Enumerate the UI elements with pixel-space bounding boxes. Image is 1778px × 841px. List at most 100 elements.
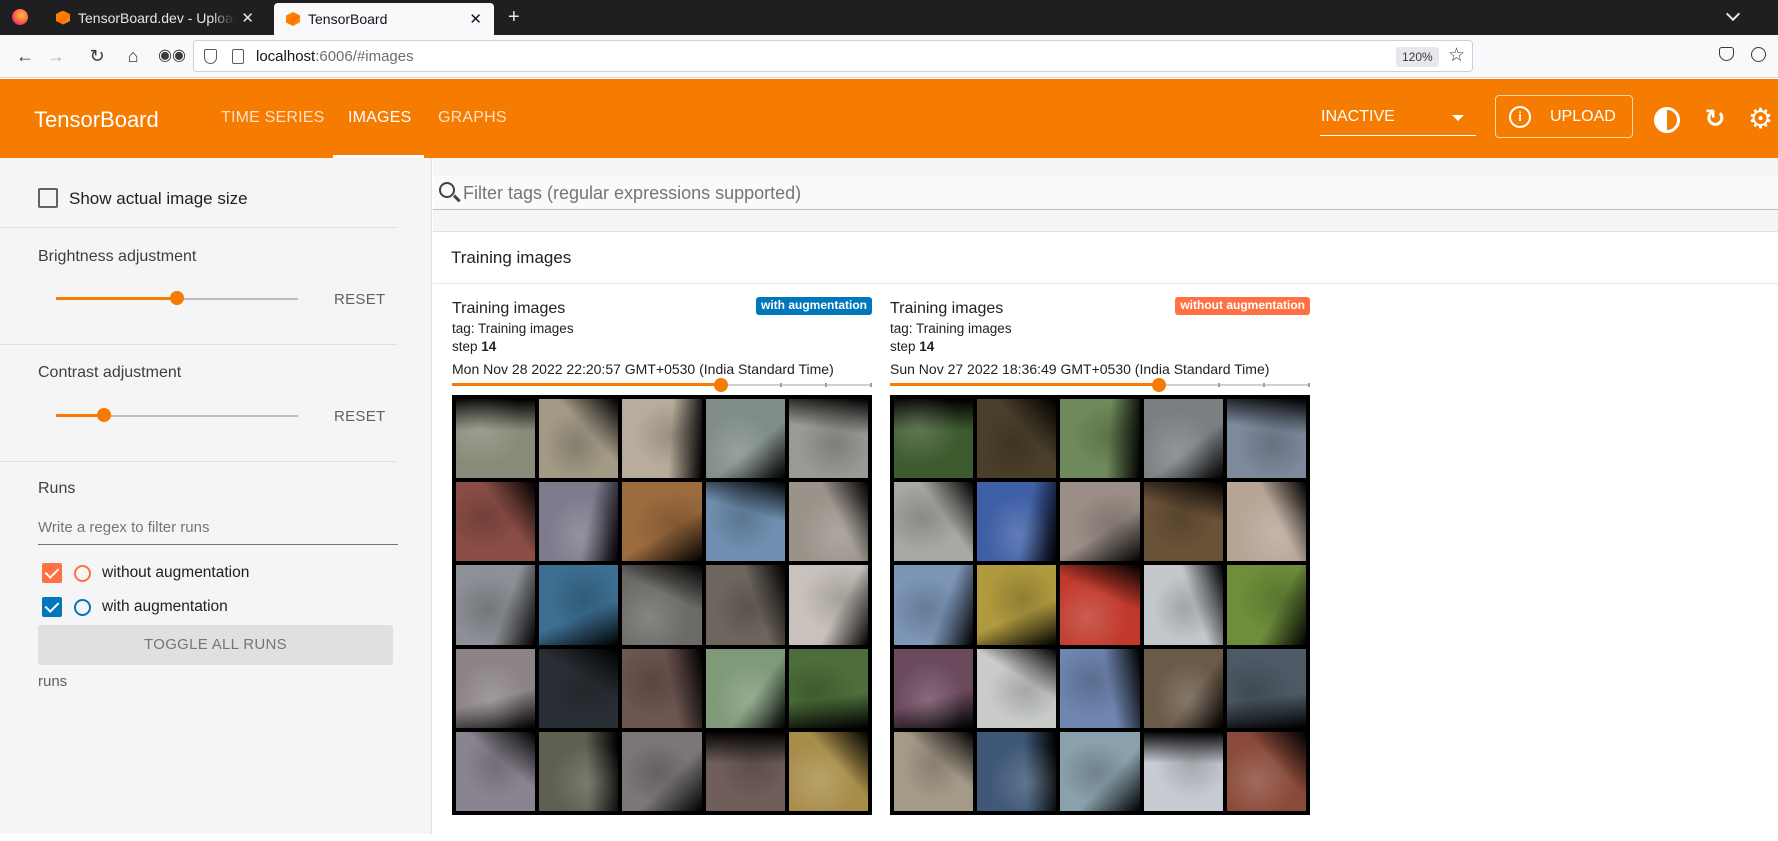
contrast-slider-thumb[interactable] [97,408,112,422]
toggle-all-runs-button[interactable]: TOGGLE ALL RUNS [38,625,393,665]
url-text[interactable]: localhost:6006/#images [256,48,414,65]
image-thumbnail [977,731,1057,811]
bookmark-star-icon[interactable]: ☆ [1448,44,1465,67]
runs-filter-input[interactable]: Write a regex to filter runs [38,515,398,545]
forward-icon[interactable]: → [45,45,67,67]
tab-graphs[interactable]: GRAPHS [438,109,507,127]
image-thumbnail [1226,565,1306,645]
image-thumbnail [1060,399,1140,479]
close-tab-icon[interactable]: ✕ [469,10,482,28]
page-info-icon[interactable] [232,49,244,64]
panel-tag: tag: Training images [890,321,1012,336]
image-thumbnail [977,399,1057,479]
panel-step: step 14 [890,339,935,354]
image-thumbnail [705,648,785,728]
back-icon[interactable]: ← [14,45,36,67]
run-row-without-augmentation[interactable]: without augmentation [40,561,390,585]
card-header[interactable]: Training images [433,232,1778,284]
reload-icon[interactable]: ↻ [86,45,108,67]
browser-tab-title: TensorBoard.dev - Upload [78,9,236,26]
tab-images[interactable]: IMAGES [348,109,411,127]
image-thumbnail [705,482,785,562]
image-thumbnail [539,399,619,479]
new-tab-icon[interactable]: + [508,6,520,29]
image-thumbnail [456,648,536,728]
brightness-slider-fill [56,297,177,300]
image-thumbnail [456,399,536,479]
brightness-section: Brightness adjustment RESET [0,228,397,345]
image-thumbnail [539,565,619,645]
image-thumbnail [539,648,619,728]
home-icon[interactable]: ⌂ [122,45,144,67]
close-tab-icon[interactable]: ✕ [241,9,254,27]
run-name: with augmentation [102,598,228,615]
account-icon[interactable] [1751,47,1766,62]
firefox-icon[interactable] [12,9,28,25]
run-checkbox-without-augmentation[interactable] [42,563,62,583]
panel-title: Training images [890,300,1004,317]
brightness-slider-thumb[interactable] [170,291,184,305]
settings-gear-icon[interactable]: ⚙ [1748,105,1774,133]
sidebar: Show actual image size Brightness adjust… [0,158,432,834]
refresh-icon[interactable]: ↻ [1702,107,1728,133]
browser-tab-tensorboard[interactable]: TensorBoard ✕ [274,3,494,35]
image-thumbnail [894,399,974,479]
run-color-swatch[interactable] [74,599,91,616]
theme-toggle-icon[interactable] [1654,107,1680,133]
image-thumbnail [622,399,702,479]
tab-time-series[interactable]: TIME SERIES [221,109,325,127]
brightness-label: Brightness adjustment [38,248,197,265]
tensorboard-favicon-icon [286,12,300,26]
image-grid[interactable] [890,395,1310,815]
zoom-level[interactable]: 120% [1396,47,1439,67]
brightness-reset-button[interactable]: RESET [334,291,386,308]
image-grid[interactable] [452,395,872,815]
tag-filter-placeholder: Filter tags (regular expressions support… [463,183,802,203]
step-slider-thumb[interactable] [1151,378,1166,392]
browser-tab-tensorboard-dev[interactable]: TensorBoard.dev - Upload ✕ [44,0,266,35]
runs-footer: runs [38,673,68,690]
image-thumbnail [1226,399,1306,479]
show-actual-size-checkbox[interactable] [38,188,58,208]
image-thumbnail [705,565,785,645]
runs-title: Runs [38,480,76,497]
panel-tag: tag: Training images [452,321,574,336]
image-thumbnail [894,648,974,728]
card-title: Training images [451,248,572,267]
image-thumbnail [788,482,868,562]
runs-filter-placeholder: Write a regex to filter runs [38,519,210,536]
image-thumbnail [977,648,1057,728]
upload-button[interactable]: i UPLOAD [1495,95,1633,138]
step-slider-fill [452,383,721,386]
dropdown-arrow-icon [1452,115,1464,121]
step-slider-fill [890,383,1159,386]
run-checkbox-with-augmentation[interactable] [42,597,62,617]
image-thumbnail [539,731,619,811]
pocket-icon[interactable] [1719,47,1734,61]
image-thumbnail [705,731,785,811]
reload-state-select[interactable]: INACTIVE [1320,104,1476,136]
step-slider-thumb[interactable] [713,378,728,392]
step-tick [1263,383,1265,387]
image-thumbnail [622,482,702,562]
contrast-label: Contrast adjustment [38,364,182,381]
url-bar[interactable]: localhost:6006/#images 120% ☆ [193,40,1473,72]
image-thumbnail [1060,731,1140,811]
image-thumbnail [1143,648,1223,728]
list-all-tabs-icon[interactable] [1725,6,1741,22]
image-thumbnail [456,482,536,562]
run-row-with-augmentation[interactable]: with augmentation [40,595,390,619]
browser-tab-bar: TensorBoard.dev - Upload ✕ TensorBoard ✕… [0,0,1778,35]
run-color-swatch[interactable] [74,565,91,582]
contrast-reset-button[interactable]: RESET [334,408,386,425]
tag-filter[interactable]: Filter tags (regular expressions support… [433,176,1778,210]
image-thumbnail [1143,565,1223,645]
private-mask-icon[interactable]: ◉◉ [158,45,186,67]
image-thumbnail [622,565,702,645]
info-icon: i [1509,106,1531,128]
run-badge: with augmentation [756,297,872,315]
image-thumbnail [1060,565,1140,645]
step-tick [825,383,827,387]
tracking-protection-icon[interactable] [204,49,217,64]
run-name: without augmentation [102,564,250,581]
